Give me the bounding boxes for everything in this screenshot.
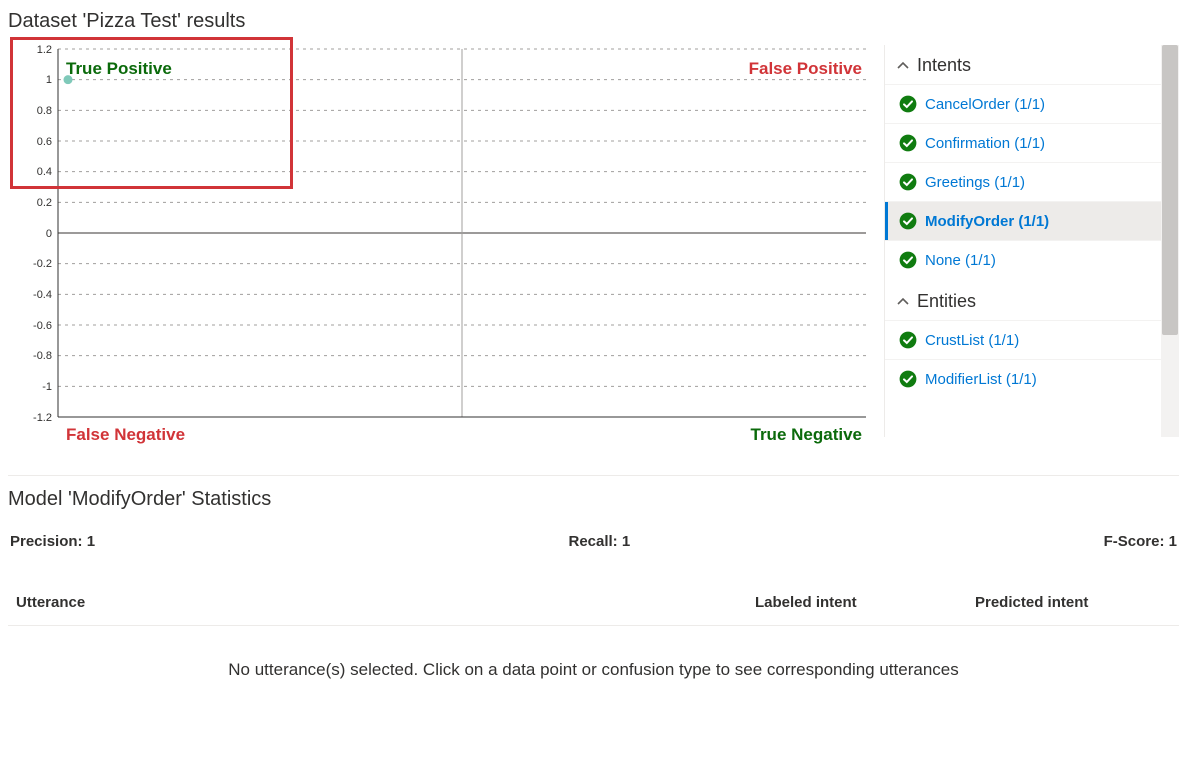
intent-label: None (1/1) — [925, 252, 996, 269]
entities-header[interactable]: Entities — [885, 279, 1161, 320]
svg-text:0.6: 0.6 — [37, 136, 52, 148]
data-point[interactable] — [64, 75, 73, 84]
entity-label: ModifierList (1/1) — [925, 371, 1037, 388]
fscore-value: F-Score: 1 — [1104, 533, 1177, 550]
check-circle-icon — [899, 212, 917, 230]
intent-label: Greetings (1/1) — [925, 174, 1025, 191]
divider — [8, 475, 1179, 476]
svg-text:0.2: 0.2 — [37, 197, 52, 209]
dataset-title: Dataset 'Pizza Test' results — [8, 10, 1179, 33]
recall-value: Recall: 1 — [568, 533, 630, 550]
col-predicted-intent[interactable]: Predicted intent — [975, 594, 1175, 611]
utterance-table-header: Utterance Labeled intent Predicted inten… — [8, 584, 1179, 626]
svg-text:0: 0 — [46, 228, 52, 240]
check-circle-icon — [899, 331, 917, 349]
svg-text:-1.2: -1.2 — [33, 412, 52, 424]
intent-item-greetings[interactable]: Greetings (1/1) — [885, 162, 1161, 201]
precision-value: Precision: 1 — [10, 533, 95, 550]
svg-text:-0.2: -0.2 — [33, 258, 52, 270]
svg-text:-0.8: -0.8 — [33, 350, 52, 362]
chevron-up-icon — [897, 60, 909, 72]
entity-item-crustlist[interactable]: CrustList (1/1) — [885, 320, 1161, 359]
intent-item-modifyorder[interactable]: ModifyOrder (1/1) — [885, 201, 1161, 240]
svg-text:0.8: 0.8 — [37, 105, 52, 117]
confusion-chart[interactable]: 1.2 1 0.8 0.6 0.4 0.2 0 -0.2 -0.4 -0.6 -… — [8, 45, 868, 455]
intent-label: CancelOrder (1/1) — [925, 96, 1045, 113]
svg-text:1: 1 — [46, 74, 52, 86]
intents-header-label: Intents — [917, 55, 971, 76]
entities-header-label: Entities — [917, 291, 976, 312]
chart-svg: 1.2 1 0.8 0.6 0.4 0.2 0 -0.2 -0.4 -0.6 -… — [8, 45, 868, 455]
entity-label: CrustList (1/1) — [925, 332, 1019, 349]
svg-text:-0.6: -0.6 — [33, 320, 52, 332]
sidebar-scrollbar[interactable] — [1161, 45, 1179, 437]
col-utterance[interactable]: Utterance — [16, 594, 755, 611]
stats-row: Precision: 1 Recall: 1 F-Score: 1 — [8, 529, 1179, 574]
check-circle-icon — [899, 251, 917, 269]
intent-item-cancelorder[interactable]: CancelOrder (1/1) — [885, 84, 1161, 123]
scrollbar-thumb[interactable] — [1162, 45, 1178, 335]
check-circle-icon — [899, 370, 917, 388]
svg-text:-1: -1 — [42, 381, 52, 393]
chevron-up-icon — [897, 296, 909, 308]
svg-text:1.2: 1.2 — [37, 45, 52, 56]
entity-item-modifierlist[interactable]: ModifierList (1/1) — [885, 359, 1161, 398]
intent-item-none[interactable]: None (1/1) — [885, 240, 1161, 279]
stats-title: Model 'ModifyOrder' Statistics — [8, 488, 1179, 511]
check-circle-icon — [899, 95, 917, 113]
sidebar: Intents CancelOrder (1/1) Confirmation (… — [884, 45, 1179, 437]
intent-item-confirmation[interactable]: Confirmation (1/1) — [885, 123, 1161, 162]
no-selection-message: No utterance(s) selected. Click on a dat… — [8, 626, 1179, 714]
intent-label: ModifyOrder (1/1) — [925, 213, 1049, 230]
svg-text:0.4: 0.4 — [37, 166, 52, 178]
col-labeled-intent[interactable]: Labeled intent — [755, 594, 975, 611]
intent-label: Confirmation (1/1) — [925, 135, 1045, 152]
intents-header[interactable]: Intents — [885, 45, 1161, 84]
check-circle-icon — [899, 134, 917, 152]
svg-text:-0.4: -0.4 — [33, 289, 52, 301]
check-circle-icon — [899, 173, 917, 191]
